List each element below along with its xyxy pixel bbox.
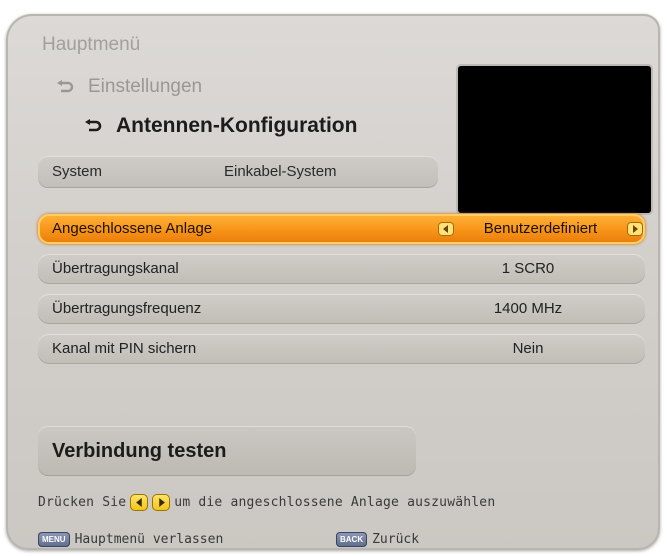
breadcrumb-settings-label: Einstellungen [88,76,203,97]
return-arrow-icon [84,119,102,133]
row-transmission-channel[interactable]: Übertragungskanal 1 SCR0 [38,254,645,284]
footer-menu-label: Hauptmenü verlassen [74,532,224,547]
menu-key-icon: MENU [38,532,70,547]
system-info: System Einkabel-System [38,156,438,188]
row-value: 1 SCR0 [501,260,555,277]
row-value: 1400 MHz [493,300,563,317]
footer-back[interactable]: BACK Zurück [336,532,419,547]
right-arrow-icon [152,494,171,511]
breadcrumb-main: Hauptmenü [42,34,141,55]
row-connected-system[interactable]: Angeschlossene Anlage Benutzerdefiniert [38,214,645,244]
tv-preview [458,66,651,213]
row-transmission-frequency[interactable]: Übertragungsfrequenz 1400 MHz [38,294,645,324]
test-connection-label: Verbindung testen [52,440,227,462]
row-value: Nein [512,340,544,357]
hint-text: Drücken Sie um die angeschlossene Anlage… [38,494,495,511]
system-value: Einkabel-System [224,163,337,180]
left-arrow-icon[interactable] [438,221,454,236]
hint-after: um die angeschlossene Anlage auszuwählen [174,495,496,510]
row-label: Kanal mit PIN sichern [52,340,197,357]
breadcrumb-settings: Einstellungen [56,76,202,98]
page-title: Antennen-Konfiguration [84,114,357,138]
row-label: Übertragungsfrequenz [52,300,202,317]
hint-before: Drücken Sie [38,495,127,510]
back-key-icon: BACK [336,532,368,547]
footer-menu[interactable]: MENU Hauptmenü verlassen [38,532,223,547]
system-label: System [52,163,103,180]
test-connection-button[interactable]: Verbindung testen [38,426,416,476]
row-pin-protect[interactable]: Kanal mit PIN sichern Nein [38,334,645,364]
left-arrow-icon [130,494,149,511]
menu-panel: Hauptmenü Einstellungen Antennen-Konfigu… [6,14,660,550]
row-value-selector: Benutzerdefiniert [438,220,643,237]
row-label: Übertragungskanal [52,260,179,277]
footer-back-label: Zurück [372,532,420,547]
page-title-label: Antennen-Konfiguration [116,114,358,137]
return-arrow-icon [56,80,74,94]
row-value: Benutzerdefiniert [483,220,598,237]
right-arrow-icon[interactable] [627,221,643,236]
row-label: Angeschlossene Anlage [52,220,213,237]
